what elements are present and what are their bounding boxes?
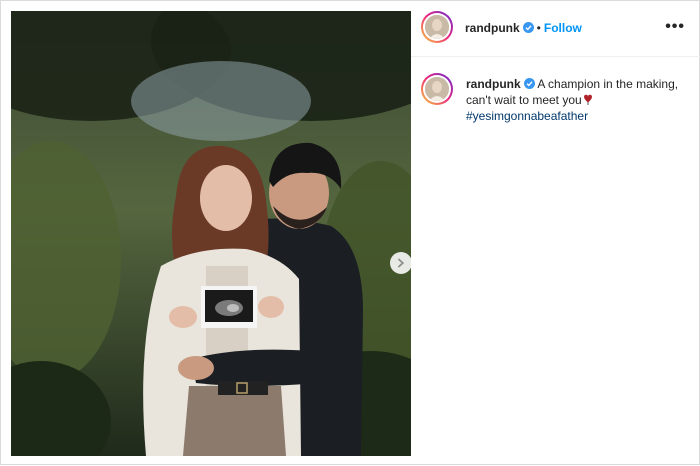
more-options-button[interactable]: •••: [665, 18, 685, 36]
header-separator: •: [536, 21, 541, 35]
avatar-photo-icon: [425, 15, 449, 39]
post-caption: randpunk A champion in the making, can't…: [466, 76, 691, 124]
next-photo-button[interactable]: [390, 252, 411, 274]
caption-author-avatar[interactable]: [421, 73, 453, 105]
caption-username[interactable]: randpunk: [466, 77, 521, 91]
heart-icon: [583, 94, 592, 105]
instagram-post: randpunk • Follow ••• randpunk A champion …: [0, 0, 700, 465]
post-photo[interactable]: [11, 11, 411, 456]
hashtag-link[interactable]: #yesimgonnabeafather: [466, 109, 588, 123]
chevron-right-icon: [398, 258, 405, 268]
post-header: randpunk • Follow •••: [411, 1, 700, 57]
header-user-line: randpunk • Follow: [465, 19, 582, 37]
post-sidebar: randpunk • Follow ••• randpunk A champion …: [411, 1, 700, 466]
couple-photo-image: [11, 11, 411, 456]
avatar-image: [425, 15, 449, 39]
avatar-photo-icon: [425, 77, 449, 101]
verified-badge-icon: [522, 22, 534, 33]
follow-button[interactable]: Follow: [544, 21, 582, 35]
header-username[interactable]: randpunk: [465, 21, 520, 35]
avatar-image: [425, 77, 449, 101]
author-avatar[interactable]: [421, 11, 453, 43]
verified-badge-icon: [523, 78, 535, 89]
